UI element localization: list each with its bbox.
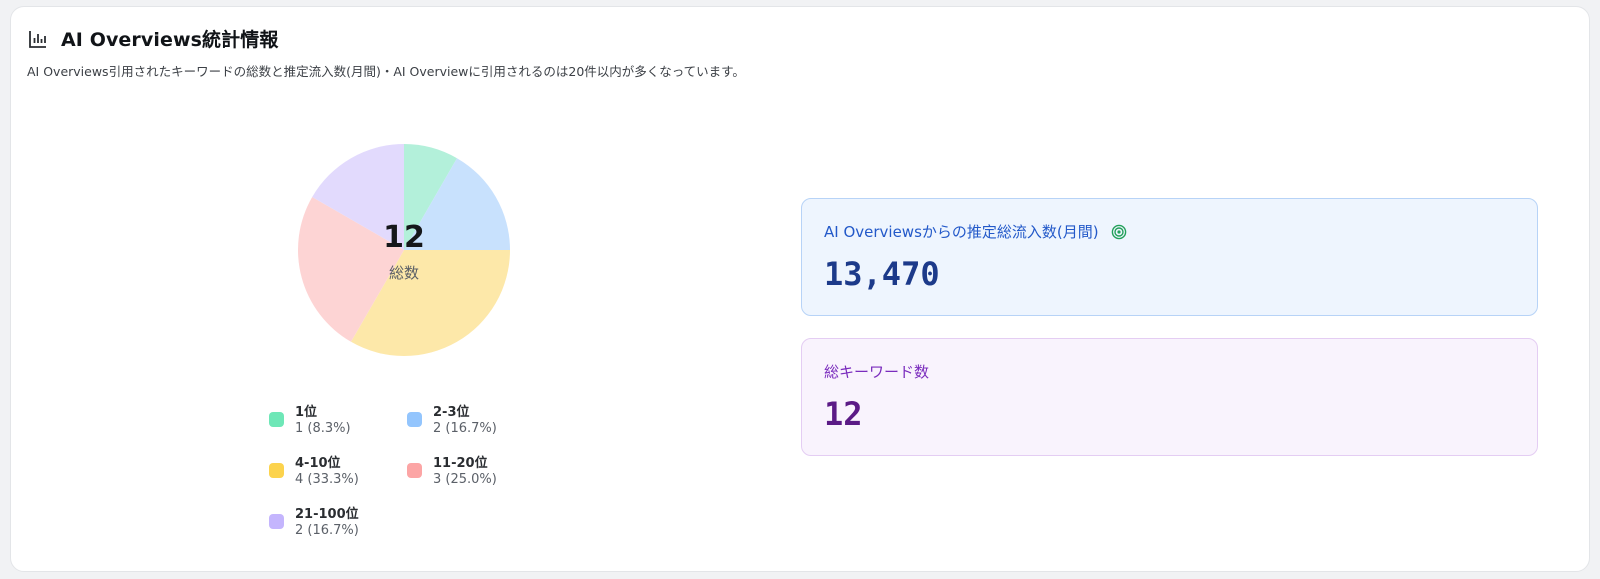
legend-value: 2 (16.7%) [295, 523, 359, 538]
ai-overviews-stats-card: AI Overviews統計情報 AI Overviews引用されたキーワードの… [10, 6, 1590, 572]
estimated-traffic-stat: AI Overviewsからの推定総流入数(月間) 13,470 [801, 198, 1538, 316]
legend-item-rank-4-10: 4-10位 4 (33.3%) [269, 451, 409, 493]
target-icon [1111, 224, 1126, 239]
estimated-traffic-label-row: AI Overviewsからの推定総流入数(月間) [824, 221, 1127, 242]
total-keywords-label: 総キーワード数 [824, 363, 930, 381]
total-keywords-stat: 総キーワード数 12 [801, 338, 1538, 456]
legend-item-rank-11-20: 11-20位 3 (25.0%) [407, 451, 547, 493]
pie-center-label: 総数 [388, 264, 419, 282]
legend-value: 2 (16.7%) [433, 421, 497, 436]
legend-name: 1位 [295, 405, 318, 420]
bar-chart-icon [29, 30, 46, 48]
legend-swatch [407, 463, 422, 478]
legend-item-rank-2-3: 2-3位 2 (16.7%) [407, 400, 547, 442]
legend-value: 3 (25.0%) [433, 472, 497, 487]
legend-item-rank-21-100: 21-100位 2 (16.7%) [269, 502, 409, 544]
legend-swatch [269, 514, 284, 529]
legend-name: 4-10位 [295, 456, 341, 471]
pie-legend: 1位 1 (8.3%) 2-3位 2 (16.7%) 4-10位 4 (33.3… [269, 400, 559, 550]
rank-distribution-pie-chart: 12 総数 [294, 140, 514, 360]
legend-value: 1 (8.3%) [295, 421, 351, 436]
card-header: AI Overviews統計情報 [27, 25, 278, 52]
estimated-traffic-label: AI Overviewsからの推定総流入数(月間) [824, 223, 1099, 241]
legend-value: 4 (33.3%) [295, 472, 359, 487]
card-title: AI Overviews統計情報 [61, 29, 279, 51]
total-keywords-label-row: 総キーワード数 [824, 361, 929, 382]
pie-center-total: 12 [383, 220, 425, 255]
legend-swatch [269, 463, 284, 478]
legend-name: 11-20位 [433, 456, 488, 471]
legend-swatch [269, 412, 284, 427]
total-keywords-value: 12 [824, 395, 863, 433]
legend-item-rank-1: 1位 1 (8.3%) [269, 400, 409, 442]
legend-name: 21-100位 [295, 507, 359, 522]
estimated-traffic-value: 13,470 [824, 255, 940, 293]
legend-name: 2-3位 [433, 405, 470, 420]
card-subtitle: AI Overviews引用されたキーワードの総数と推定流入数(月間)・AI O… [27, 64, 745, 79]
legend-swatch [407, 412, 422, 427]
